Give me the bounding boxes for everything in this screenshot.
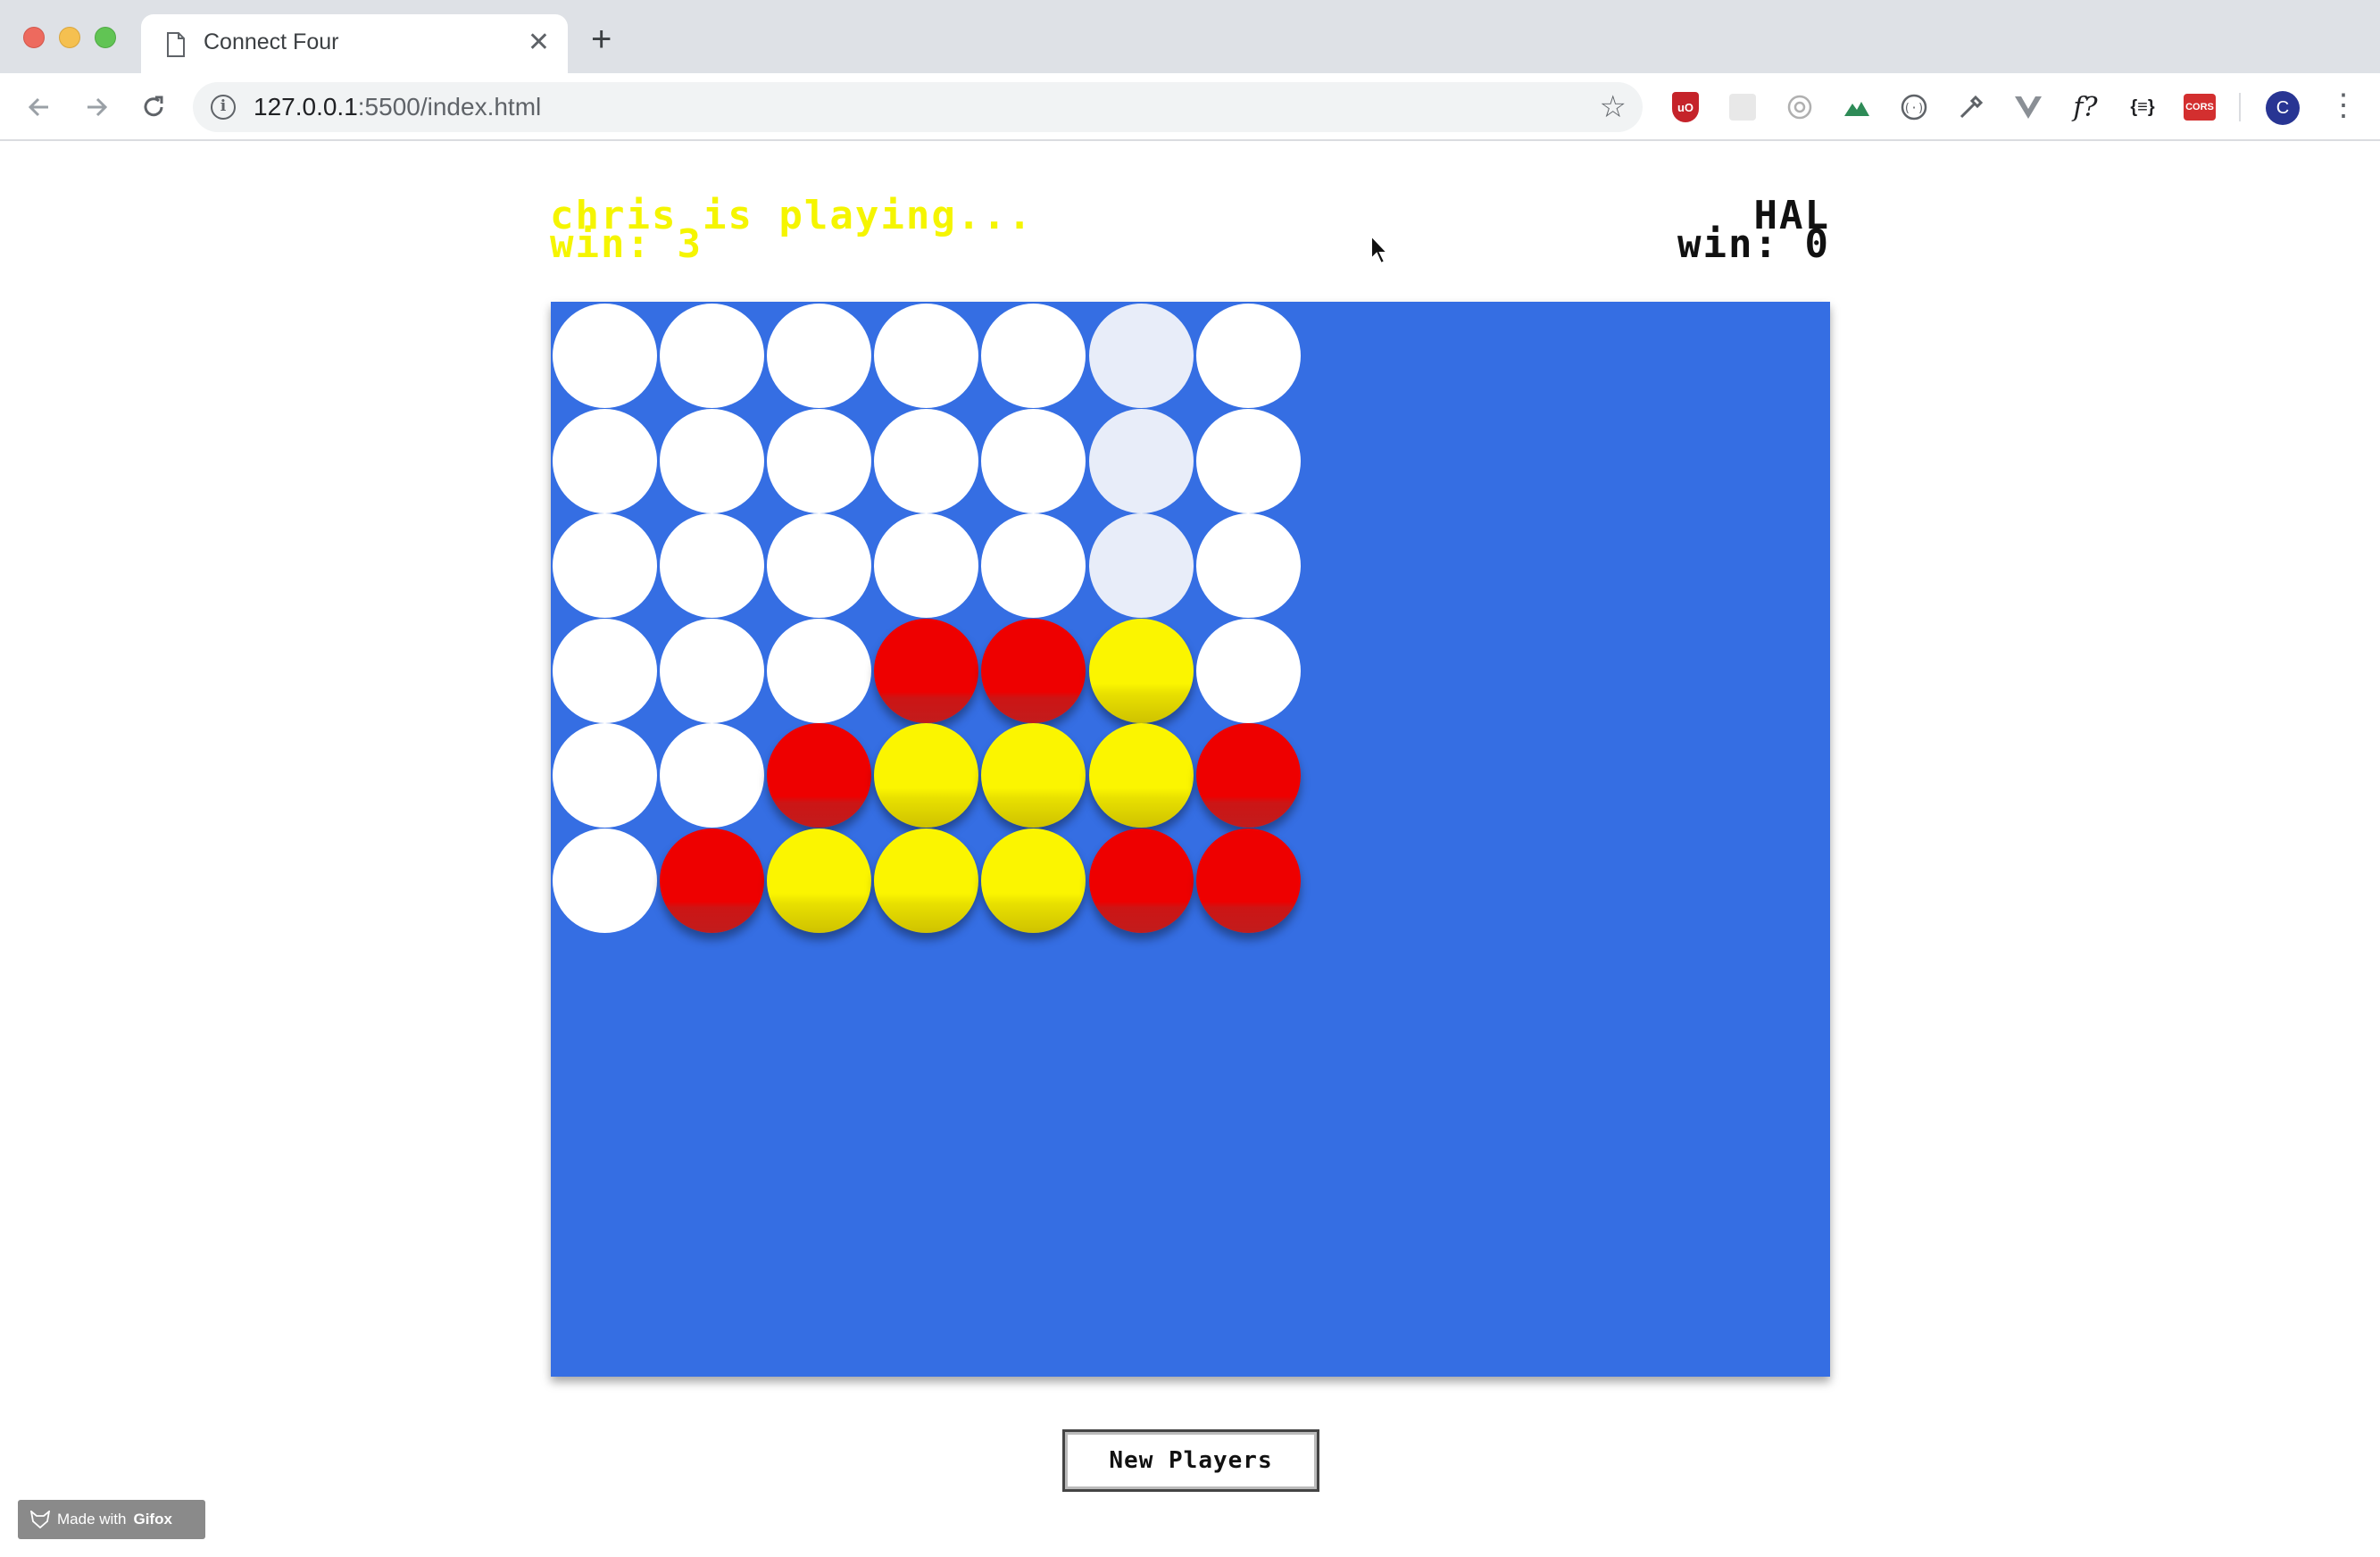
browser-tab-bar: Connect Four ✕ + xyxy=(0,0,2380,73)
window-zoom-button[interactable] xyxy=(95,27,116,48)
svg-text:(·): (·) xyxy=(1903,102,1924,115)
board-cell-r4-c7-empty[interactable] xyxy=(1195,618,1301,723)
target-extension-icon[interactable] xyxy=(1784,91,1816,123)
board-cell-r2-c1-empty[interactable] xyxy=(553,408,657,513)
board-cell-r2-c7-empty[interactable] xyxy=(1195,408,1301,513)
board-cell-r2-c2-empty[interactable] xyxy=(660,408,765,513)
reload-button[interactable] xyxy=(136,89,171,125)
board-cell-r5-c7-red[interactable] xyxy=(1195,723,1301,828)
browser-menu-icon[interactable]: ⋮ xyxy=(2328,87,2359,123)
board-cell-r5-c6-yellow[interactable] xyxy=(1088,723,1194,828)
board-cell-r1-c6-hover[interactable] xyxy=(1088,304,1194,408)
vue-extension-icon[interactable] xyxy=(2012,91,2044,123)
address-bar[interactable]: i 127.0.0.1:5500/index.html ☆ xyxy=(193,82,1643,132)
watermark-prefix: Made with xyxy=(57,1511,127,1528)
board-cell-r3-c5-empty[interactable] xyxy=(981,513,1086,619)
tab-title: Connect Four xyxy=(204,29,339,54)
gifox-watermark: Made with Gifox xyxy=(18,1500,205,1539)
board-cell-r1-c4-empty[interactable] xyxy=(874,304,979,408)
new-players-button[interactable]: New Players xyxy=(1062,1429,1319,1492)
json-extension-icon[interactable]: {≡} xyxy=(2126,91,2159,123)
cors-extension-icon[interactable]: CORS xyxy=(2184,91,2216,123)
player2-panel: HAL win: 0 xyxy=(1677,196,1830,267)
ublock-label: uO xyxy=(1672,92,1699,122)
grid-extension-icon[interactable] xyxy=(1727,91,1759,123)
mouse-cursor-icon xyxy=(1370,234,1390,265)
board-cell-r3-c4-empty[interactable] xyxy=(874,513,979,619)
board-cell-r1-c2-empty[interactable] xyxy=(660,304,765,408)
browser-tab-active[interactable]: Connect Four ✕ xyxy=(141,14,568,73)
reload-icon xyxy=(144,96,163,117)
board-cell-r6-c1-empty[interactable] xyxy=(553,828,657,933)
board-cell-r3-c6-hover[interactable] xyxy=(1088,513,1194,619)
game-board[interactable] xyxy=(551,302,1830,1377)
close-tab-icon[interactable]: ✕ xyxy=(528,27,550,59)
new-tab-button[interactable]: + xyxy=(591,21,612,57)
board-cell-r6-c6-red[interactable] xyxy=(1088,828,1194,933)
arrow-right-icon xyxy=(87,97,108,117)
font-extension-icon[interactable]: f? xyxy=(2069,91,2101,123)
board-cell-r3-c2-empty[interactable] xyxy=(660,513,765,619)
board-cell-r3-c3-empty[interactable] xyxy=(767,513,872,619)
board-cell-r1-c7-empty[interactable] xyxy=(1195,304,1301,408)
board-cell-r5-c2-empty[interactable] xyxy=(660,723,765,828)
cors-label: CORS xyxy=(2184,94,2216,121)
board-cell-r2-c4-empty[interactable] xyxy=(874,408,979,513)
board-cell-r1-c3-empty[interactable] xyxy=(767,304,872,408)
fox-icon xyxy=(30,1511,50,1528)
url-text[interactable]: 127.0.0.1:5500/index.html xyxy=(254,93,541,121)
board-cell-r5-c5-yellow[interactable] xyxy=(981,723,1086,828)
player1-panel: chris is playing... win: 3 xyxy=(550,196,1033,264)
board-cell-r5-c4-yellow[interactable] xyxy=(874,723,979,828)
url-host: 127.0.0.1 xyxy=(254,93,358,121)
board-cell-r6-c4-yellow[interactable] xyxy=(874,828,979,933)
board-cell-r4-c2-empty[interactable] xyxy=(660,618,765,723)
bookmark-star-icon[interactable]: ☆ xyxy=(1600,89,1627,125)
ublock-extension-icon[interactable]: uO xyxy=(1669,91,1702,123)
board-cell-r1-c1-empty[interactable] xyxy=(553,304,657,408)
info-icon[interactable]: i xyxy=(211,95,236,120)
board-cell-r5-c1-empty[interactable] xyxy=(553,723,657,828)
url-path: :5500/index.html xyxy=(357,93,542,121)
board-cell-r4-c4-red[interactable] xyxy=(874,618,979,723)
player2-wins: win: 0 xyxy=(1677,221,1830,267)
board-cell-r5-c3-red[interactable] xyxy=(767,723,872,828)
board-cell-r6-c2-red[interactable] xyxy=(660,828,765,933)
board-cell-r3-c1-empty[interactable] xyxy=(553,513,657,619)
code-extension-icon[interactable]: (·) xyxy=(1898,91,1930,123)
board-cell-r3-c7-empty[interactable] xyxy=(1195,513,1301,619)
board-cell-r4-c1-empty[interactable] xyxy=(553,618,657,723)
board-cell-r2-c5-empty[interactable] xyxy=(981,408,1086,513)
board-cell-r4-c6-yellow[interactable] xyxy=(1088,618,1194,723)
eyedropper-extension-icon[interactable] xyxy=(1955,91,1987,123)
board-cell-r4-c3-empty[interactable] xyxy=(767,618,872,723)
browser-toolbar: i 127.0.0.1:5500/index.html ☆ uO (·) f? … xyxy=(0,73,2380,141)
board-cell-r2-c3-empty[interactable] xyxy=(767,408,872,513)
back-button[interactable] xyxy=(21,89,57,125)
arrow-left-icon xyxy=(28,97,48,117)
page-icon xyxy=(167,32,185,57)
board-cell-r4-c5-red[interactable] xyxy=(981,618,1086,723)
watermark-brand: Gifox xyxy=(133,1511,172,1528)
board-cell-r6-c3-yellow[interactable] xyxy=(767,828,872,933)
window-close-button[interactable] xyxy=(23,27,45,48)
forward-button[interactable] xyxy=(79,89,114,125)
profile-avatar[interactable]: C xyxy=(2266,91,2300,125)
board-cell-r2-c6-hover[interactable] xyxy=(1088,408,1194,513)
board-cell-r6-c7-red[interactable] xyxy=(1195,828,1301,933)
board-cell-r1-c5-empty[interactable] xyxy=(981,304,1086,408)
toolbar-divider xyxy=(2239,93,2241,121)
window-minimize-button[interactable] xyxy=(59,27,80,48)
board-cell-r6-c5-yellow[interactable] xyxy=(981,828,1086,933)
mountain-extension-icon[interactable] xyxy=(1841,91,1873,123)
